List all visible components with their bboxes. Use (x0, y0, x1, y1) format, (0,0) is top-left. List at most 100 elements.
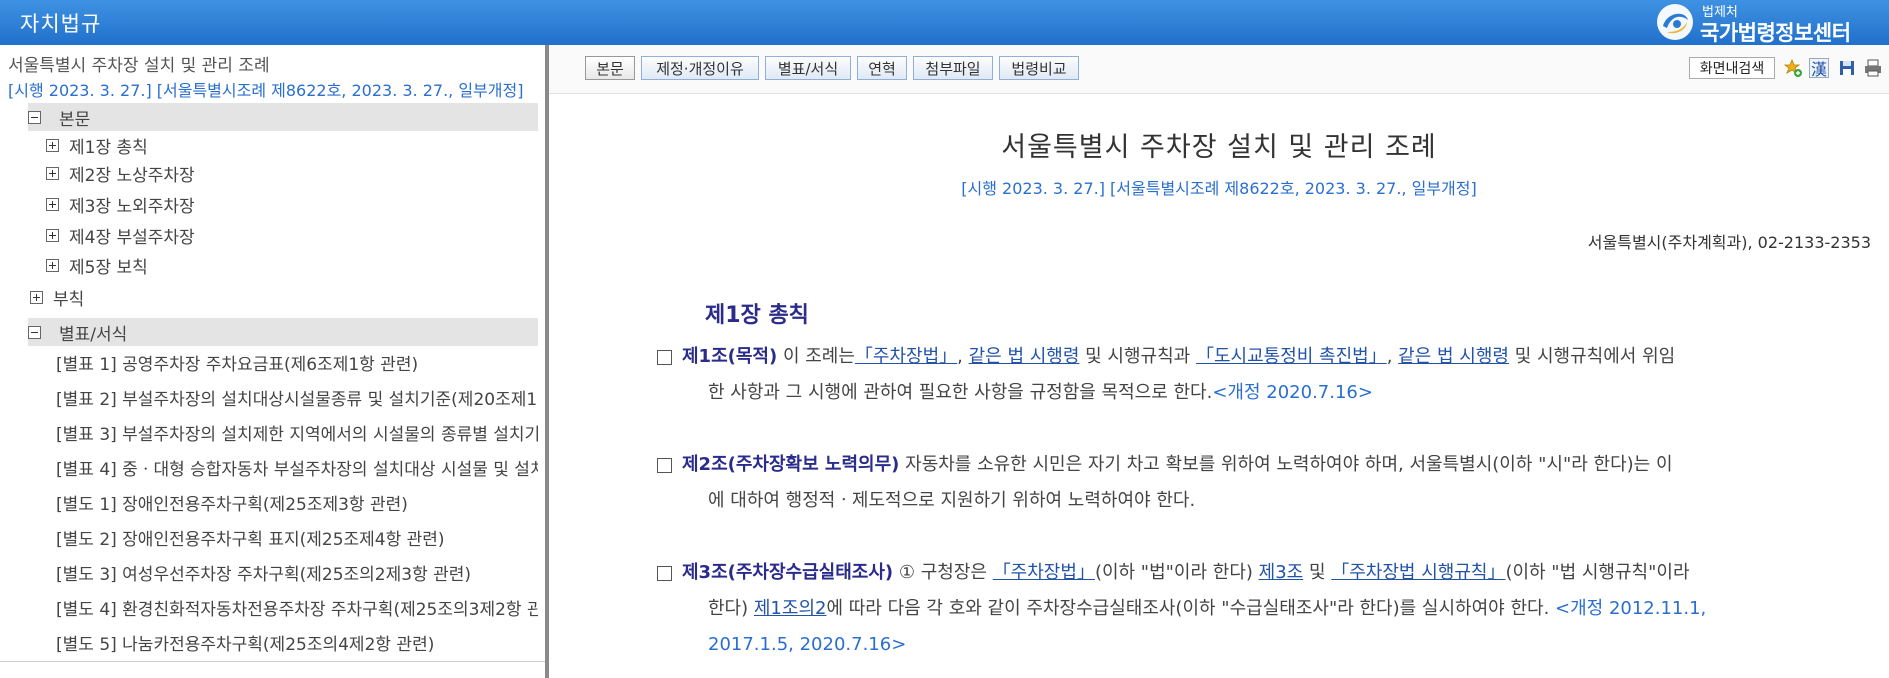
toc-item-label: [별도 4] 환경친화적자동차전용주차장 주차구획(제25조의3제2항 관련) (56, 599, 538, 620)
article-text: (이하 "법 시행규칙"이라 (1505, 562, 1690, 583)
article-text: 자동차를 소유한 시민은 자기 차고 확보를 위하여 노력하여야 하며, 서울특… (899, 454, 1673, 475)
save-icon[interactable] (1837, 58, 1857, 78)
favorite-add-icon[interactable] (1783, 58, 1803, 78)
toc-appendix-item[interactable]: [별표 3] 부설주차장의 설치제한 지역에서의 시설물의 종류별 설치기준 (56, 418, 538, 446)
toc-item-label: [별도 5] 나눔카전용주차구획(제25조의4제2항 관련) (56, 634, 435, 655)
tab-law-compare[interactable]: 법령비교 (999, 56, 1079, 80)
law-link[interactable]: 제1조의2 (754, 598, 827, 619)
header-title: 자치법규 (20, 12, 102, 36)
toc-item-label: [별도 2] 장애인전용주차구획 표지(제25조제4항 관련) (56, 529, 445, 550)
toc-node-chapter-2[interactable]: 제2장 노상주차장 (46, 159, 536, 187)
toc-law-title: 서울특별시 주차장 설치 및 관리 조례 (8, 56, 270, 76)
toc-node-addenda[interactable]: 부칙 (30, 283, 536, 311)
article-text: , (1386, 346, 1399, 367)
toc-node-chapter-1[interactable]: 제1장 총칙 (46, 131, 536, 159)
logo-site-name: 국가법령정보센터 (1700, 21, 1851, 45)
expand-icon[interactable] (46, 166, 59, 180)
article-checkbox[interactable] (657, 566, 672, 581)
toc-node-chapter-3[interactable]: 제3장 노외주차장 (46, 190, 536, 218)
article-2: 제2조(주차장확보 노력의무) 자동차를 소유한 시민은 자기 차고 확보를 위… (657, 447, 1882, 519)
toc-item-label: [별표 4] 중ㆍ대형 승합자동차 부설주차장의 설치대상 시설물 및 설치기준 (56, 459, 538, 480)
law-link[interactable]: 「주차장법 시행규칙」 (1331, 562, 1505, 583)
expand-icon[interactable] (46, 258, 59, 272)
article-heading: 제3조(주차장수급실태조사) (682, 562, 894, 583)
article-text: 에 따라 다음 각 호와 같이 주차장수급실태조사(이하 "수급실태조사"라 한… (826, 598, 1556, 619)
collapse-icon[interactable] (28, 110, 41, 124)
law-link[interactable]: 같은 법 시행령 (1398, 346, 1509, 367)
article-3: 제3조(주차장수급실태조사) ① 구청장은 「주차장법」(이하 "법"이라 한다… (657, 555, 1882, 663)
expand-icon[interactable] (30, 290, 43, 304)
logo-swirl-icon (1657, 4, 1693, 40)
article-1: 제1조(목적) 이 조례는「주차장법」, 같은 법 시행령 및 시행규칙과 「도… (657, 339, 1882, 411)
toc-pane: 서울특별시 주차장 설치 및 관리 조례 [시행 2023. 3. 27.] [… (0, 45, 545, 678)
toc-node-label: 본문 (59, 109, 91, 130)
expand-icon[interactable] (46, 228, 59, 242)
toc-node-chapter-4[interactable]: 제4장 부설주차장 (46, 221, 536, 249)
hanja-toggle-icon[interactable]: 漢 (1809, 58, 1829, 79)
article-text: 및 (1303, 562, 1332, 583)
law-link[interactable]: 제3조 (1259, 562, 1304, 583)
expand-icon[interactable] (46, 138, 59, 152)
toc-node-appendix[interactable]: 별표/서식 (28, 318, 538, 346)
site-logo[interactable]: 법제처 국가법령정보센터 (1655, 0, 1885, 45)
tab-attachments[interactable]: 첨부파일 (913, 56, 993, 80)
app-header: 자치법규 법제처 국가법령정보센터 (0, 0, 1889, 45)
toc-node-label: 부칙 (53, 289, 85, 310)
article-text: , (957, 346, 969, 367)
toc-item-label: [별표 3] 부설주차장의 설치제한 지역에서의 시설물의 종류별 설치기준 (56, 424, 538, 445)
toc-node-chapter-5[interactable]: 제5장 보칙 (46, 251, 536, 279)
toc-node-label: 제3장 노외주차장 (69, 196, 195, 217)
document-department: 서울특별시(주차계획과), 02-2133-2353 (1587, 233, 1871, 252)
toc-law-date: [시행 2023. 3. 27.] [서울특별시조례 제8622호, 2023.… (8, 81, 524, 100)
tab-revision-reason[interactable]: 제정·개정이유 (641, 56, 759, 80)
expand-icon[interactable] (46, 197, 59, 211)
toc-node-label: 제1장 총칙 (69, 137, 148, 158)
in-page-search-button[interactable]: 화면내검색 (1689, 57, 1775, 79)
toc-node-label: 제5장 보칙 (69, 257, 148, 278)
article-text: (이하 "법"이라 한다) (1094, 562, 1259, 583)
print-icon[interactable] (1863, 58, 1883, 78)
article-checkbox[interactable] (657, 458, 672, 473)
toc-appendix-item[interactable]: [별도 2] 장애인전용주차구획 표지(제25조제4항 관련) (56, 523, 538, 551)
toc-appendix-item[interactable]: [별표 1] 공영주차장 주차요금표(제6조제1항 관련) (56, 348, 538, 376)
tab-main-text[interactable]: 본문 (585, 56, 635, 80)
tab-appendix-forms[interactable]: 별표/서식 (765, 56, 851, 80)
toc-item-label: [별도 3] 여성우선주차장 주차구획(제25조의2제3항 관련) (56, 564, 472, 585)
article-text: 및 시행규칙에서 위임 (1508, 346, 1676, 367)
toc-item-label: [별표 2] 부설주차장의 설치대상시설물종류 및 설치기준(제20조제1항 관… (56, 389, 538, 410)
pane-divider (0, 661, 545, 662)
tab-history[interactable]: 연혁 (857, 56, 907, 80)
document-title: 서울특별시 주차장 설치 및 관리 조례 (1001, 132, 1437, 163)
toc-appendix-item[interactable]: [별도 4] 환경친화적자동차전용주차장 주차구획(제25조의3제2항 관련) (56, 593, 538, 621)
article-text: 한다) (708, 598, 754, 619)
article-heading: 제1조(목적) (682, 346, 778, 367)
toc-appendix-item[interactable]: [별표 2] 부설주차장의 설치대상시설물종류 및 설치기준(제20조제1항 관… (56, 383, 538, 411)
document-subtitle: [시행 2023. 3. 27.] [서울특별시조례 제8622호, 2023.… (961, 179, 1477, 198)
toc-node-label: 별표/서식 (59, 324, 128, 345)
toc-item-label: [별도 1] 장애인전용주차구획(제25조제3항 관련) (56, 494, 408, 515)
article-text: 및 시행규칙과 (1079, 346, 1196, 367)
article-text: 에 대하여 행정적ㆍ제도적으로 지원하기 위하여 노력하여야 한다. (708, 490, 1196, 511)
toc-appendix-item[interactable]: [별도 1] 장애인전용주차구획(제25조제3항 관련) (56, 488, 538, 516)
revision-note[interactable]: 2017.1.5, 2020.7.16> (708, 634, 906, 655)
toc-appendix-item[interactable]: [별도 3] 여성우선주차장 주차구획(제25조의2제3항 관련) (56, 558, 538, 586)
chapter-heading: 제1장 총칙 (705, 303, 809, 328)
article-heading: 제2조(주차장확보 노력의무) (682, 454, 900, 475)
document-pane: 본문 제정·개정이유 별표/서식 연혁 첨부파일 법령비교 화면내검색 漢 서울… (549, 45, 1889, 678)
toc-item-label: [별표 1] 공영주차장 주차요금표(제6조제1항 관련) (56, 354, 419, 375)
law-link[interactable]: 「주차장법」 (993, 562, 1095, 583)
law-link[interactable]: 같은 법 시행령 (969, 346, 1080, 367)
toc-node-main[interactable]: 본문 (28, 103, 538, 131)
revision-note[interactable]: <개정 2020.7.16> (1212, 382, 1373, 403)
toc-appendix-item[interactable]: [별도 5] 나눔카전용주차구획(제25조의4제2항 관련) (56, 628, 538, 656)
article-text: 한 사항과 그 시행에 관하여 필요한 사항을 규정함을 목적으로 한다. (708, 382, 1213, 403)
article-text: 이 조례는 (777, 346, 855, 367)
article-checkbox[interactable] (657, 350, 672, 365)
revision-note[interactable]: <개정 2012.11.1, (1555, 598, 1706, 619)
toc-appendix-item[interactable]: [별표 4] 중ㆍ대형 승합자동차 부설주차장의 설치대상 시설물 및 설치기준 (56, 453, 538, 481)
collapse-icon[interactable] (28, 325, 41, 339)
toc-node-label: 제4장 부설주차장 (69, 227, 195, 248)
law-link[interactable]: 「주차장법」 (855, 346, 957, 367)
law-link[interactable]: 「도시교통정비 촉진법」 (1196, 346, 1387, 367)
document-toolbar: 본문 제정·개정이유 별표/서식 연혁 첨부파일 법령비교 화면내검색 漢 (549, 45, 1889, 94)
